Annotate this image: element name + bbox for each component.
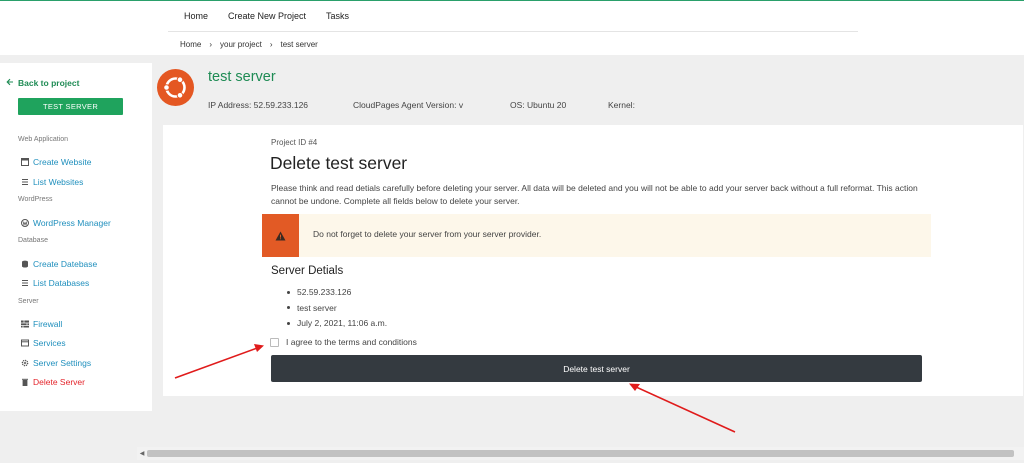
nav-tasks[interactable]: Tasks (326, 11, 349, 21)
project-id: Project ID #4 (271, 138, 318, 147)
server-os: OS: Ubuntu 20 (510, 100, 567, 110)
horizontal-scrollbar[interactable]: ◀ (137, 447, 1024, 460)
server-title: test server (208, 69, 276, 85)
gear-icon (21, 359, 29, 367)
warning-alert: Do not forget to delete your server from… (262, 214, 931, 257)
server-agent-version: CloudPages Agent Version: v (353, 100, 464, 110)
window-icon (21, 158, 29, 166)
ubuntu-logo (157, 69, 194, 106)
sidebar-item-label: Server Settings (33, 358, 92, 368)
sidebar-item-create-database[interactable]: Create Datebase (21, 259, 97, 269)
nav-home[interactable]: Home (184, 11, 208, 21)
arrow-left-icon (6, 78, 14, 88)
breadcrumb: Home › your project › test server (180, 40, 318, 49)
scroll-left-icon[interactable]: ◀ (137, 447, 147, 460)
section-database: Database (18, 237, 48, 244)
section-wordpress: WordPress (18, 196, 53, 203)
sidebar-item-server-settings[interactable]: Server Settings (21, 358, 91, 368)
list-item: test server (287, 303, 387, 319)
sidebar: Back to project TEST SERVER Web Applicat… (0, 63, 152, 411)
breadcrumb-home[interactable]: Home (180, 40, 201, 49)
sidebar-item-services[interactable]: Services (21, 338, 66, 348)
back-label: Back to project (18, 78, 80, 88)
server-ip: IP Address: 52.59.233.126 (208, 100, 309, 110)
sidebar-item-label: Firewall (33, 319, 63, 329)
sidebar-item-label: Create Datebase (33, 259, 98, 269)
breadcrumb-separator: › (269, 40, 273, 49)
back-to-project-link[interactable]: Back to project (6, 78, 79, 88)
sidebar-item-label: List Databases (33, 278, 90, 288)
wordpress-icon (21, 219, 29, 227)
warning-icon (262, 214, 299, 257)
sidebar-item-label: Delete Server (33, 377, 85, 387)
sidebar-item-create-website[interactable]: Create Website (21, 157, 91, 167)
database-icon (21, 260, 29, 268)
agree-terms-label[interactable]: I agree to the terms and conditions (286, 337, 417, 347)
top-navbar: Home Create New Project Tasks Home › you… (0, 0, 1024, 55)
nav-create-new-project[interactable]: Create New Project (228, 11, 306, 21)
sidebar-item-label: Services (33, 338, 66, 348)
nav-divider (168, 31, 858, 32)
sidebar-item-label: List Websites (33, 177, 84, 187)
page-title: Delete test server (270, 153, 408, 173)
sidebar-item-list-websites[interactable]: List Websites (21, 177, 83, 187)
list-icon (21, 279, 29, 287)
main-nav: Home Create New Project Tasks (184, 11, 349, 21)
sidebar-item-wordpress-manager[interactable]: WordPress Manager (21, 218, 111, 228)
window-icon (21, 339, 29, 347)
server-name-button[interactable]: TEST SERVER (18, 98, 123, 115)
sidebar-item-label: Create Website (33, 157, 92, 167)
delete-server-button[interactable]: Delete test server (271, 355, 922, 382)
sidebar-item-firewall[interactable]: Firewall (21, 319, 62, 329)
server-details-list: 52.59.233.126 test server July 2, 2021, … (287, 287, 387, 334)
breadcrumb-current: test server (280, 40, 318, 49)
scrollbar-thumb[interactable] (147, 450, 1014, 457)
sidebar-item-list-databases[interactable]: List Databases (21, 278, 89, 288)
breadcrumb-separator: › (209, 40, 213, 49)
sidebar-item-delete-server[interactable]: Delete Server (21, 377, 85, 387)
warning-text: Do not forget to delete your server from… (313, 229, 542, 239)
trash-icon (21, 378, 29, 386)
server-details-heading: Server Detials (271, 265, 344, 277)
agree-terms-row: I agree to the terms and conditions (270, 337, 417, 347)
section-server: Server (18, 298, 39, 305)
list-item: July 2, 2021, 11:06 a.m. (287, 318, 387, 334)
firewall-icon (21, 320, 29, 328)
sidebar-item-label: WordPress Manager (33, 218, 111, 228)
server-kernel: Kernel: (608, 100, 635, 110)
agree-terms-checkbox[interactable] (270, 337, 279, 347)
list-icon (21, 178, 29, 186)
section-web-application: Web Application (18, 136, 69, 143)
breadcrumb-project[interactable]: your project (220, 40, 262, 49)
delete-description: Please think and read detials carefully … (271, 183, 918, 206)
list-item: 52.59.233.126 (287, 287, 387, 303)
